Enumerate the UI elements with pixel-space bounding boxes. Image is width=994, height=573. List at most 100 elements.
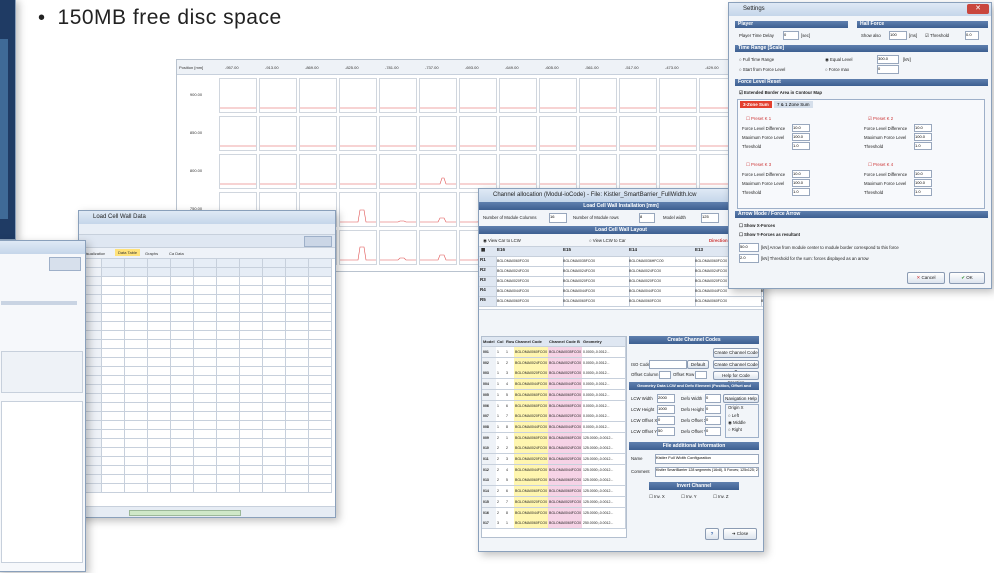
layout-cell[interactable]: BGLOMA0060FCO0 (495, 257, 564, 267)
k1-thr-input[interactable]: 1.0 (792, 142, 810, 150)
table-cell[interactable]: BGLOMA0060FCO0 (548, 400, 584, 412)
table-cell[interactable]: BGLOMA0020FCO0 (548, 496, 584, 508)
table-cell[interactable]: BGLOMA0020FCO0 (514, 368, 550, 380)
name-input[interactable]: Kistler Full Width Configuration (655, 454, 759, 464)
layout-cell[interactable]: BGLOMA0060FCO0 (627, 297, 696, 307)
create-code-button[interactable]: Create Channel Code (713, 348, 759, 358)
table-cell[interactable]: 125.0000;-0.0012... (582, 507, 626, 519)
k2-max-input[interactable]: 100.0 (914, 133, 932, 141)
tab-visualization[interactable]: Visualization (83, 251, 105, 256)
k4-max-input[interactable]: 100.0 (914, 179, 932, 187)
table-cell[interactable]: BGLOMA0060FCO0 (548, 518, 584, 530)
tab-ca-data[interactable]: Ca Data (169, 251, 184, 256)
table-cell[interactable]: BGLOMA0044FCO0 (548, 421, 584, 433)
layout-cell[interactable]: BGLOMA0035FCO0 (561, 257, 630, 267)
preset-k4[interactable]: ☐ Preset K 4 (868, 162, 893, 168)
arrow-input[interactable]: 50.0 (739, 243, 759, 252)
table-cell[interactable]: BGLOMA0035FCO0 (548, 347, 584, 358)
table-cell[interactable]: 0.0000;-0.0012... (582, 389, 626, 401)
k2-thr-input[interactable]: 1.0 (914, 142, 932, 150)
k3-max-input[interactable]: 100.0 (792, 179, 810, 187)
tab-data-table[interactable]: Data Table (115, 249, 141, 256)
table-cell[interactable]: 125.0000;-0.0012... (582, 454, 626, 465)
ok-button[interactable]: ✔ OK (949, 272, 985, 284)
table-cell[interactable]: BGLOMA0024FCO0 (548, 357, 584, 369)
table-cell[interactable]: BGLOMA0020FCO0 (548, 411, 584, 423)
invert-x[interactable]: ☐ Inv. X (649, 494, 665, 500)
table-cell[interactable]: 0.0000;-0.0012... (582, 347, 626, 358)
layout-cell[interactable]: BGLOMA0020FCO0 (561, 277, 630, 287)
default-button[interactable]: Default (687, 360, 709, 369)
table-cell[interactable]: BGLOMA0044FCO0 (514, 379, 550, 391)
table-cell[interactable]: 0.0000;-0.0012... (582, 400, 626, 412)
zones-tab-3[interactable]: 3-Zone Sum (740, 101, 772, 108)
table-cell[interactable]: BGLOMA0060FCO0 (514, 518, 550, 530)
table-cell[interactable]: 0.0000;-0.0012... (582, 411, 626, 423)
toolbar-icons[interactable] (304, 236, 332, 247)
defo-width-input[interactable]: 0 (705, 394, 721, 403)
equal-input[interactable]: 300.0 (877, 55, 899, 64)
playtime-input[interactable]: 0 (783, 31, 799, 40)
table-cell[interactable]: BGLOMA0024FCO0 (514, 443, 550, 455)
table-cell[interactable]: 125.0000;-0.0012... (582, 496, 626, 508)
table-cell[interactable]: BGLOMA0060FCO0 (548, 389, 584, 401)
layout-cell[interactable]: BGLOMA0024FCO0 (561, 267, 630, 277)
table-cell[interactable]: BGLOMA0060FCO0 (548, 432, 584, 444)
layout-cell[interactable]: BGLOMA0020FCO0 (627, 277, 696, 287)
table-cell[interactable]: 0.0000;-0.0012... (582, 357, 626, 369)
lcw-width-input[interactable]: 2000 (657, 394, 675, 403)
hall-input[interactable]: 100 (889, 31, 907, 40)
table-cell[interactable]: BGLOMA0060FCO0 (514, 389, 550, 401)
table-cell[interactable]: BGLOMA0060FCO0 (514, 347, 550, 358)
table-cell[interactable]: BGLOMA0060FCO0 (514, 400, 550, 412)
help-icon[interactable]: ? (705, 528, 719, 540)
show-yforces[interactable]: ☐ Show Y-Forces as resultant (739, 232, 800, 238)
cancel-button[interactable]: ✕ Cancel (907, 272, 945, 284)
table-cell[interactable]: 125.0000;-0.0012... (582, 432, 626, 444)
comment-input[interactable]: Kistler SmartBarrier 128 segments (16x8)… (655, 467, 759, 477)
threshold-top-input[interactable]: 0.0 (965, 31, 979, 40)
layout-cell[interactable]: BGLOMA0060FCO0 (693, 297, 762, 307)
k3-thr-input[interactable]: 1.0 (792, 188, 810, 196)
table-cell[interactable]: BGLOMA0044FCO0 (548, 507, 584, 519)
table-cell[interactable]: BGLOMA0020FCO0 (548, 454, 584, 465)
force-max-option[interactable]: ○ Force max (825, 67, 849, 72)
k3-diff-input[interactable]: 10.0 (792, 170, 810, 178)
table-cell[interactable]: BGLOMA0060FCO0 (514, 475, 550, 487)
preset-k3[interactable]: ☐ Preset K 3 (746, 162, 771, 168)
layout-cell[interactable]: BGLOMA0060FCO0 (561, 297, 630, 307)
navigation-help-button[interactable]: Navigation Help (723, 394, 759, 403)
defo-height-input[interactable]: 0 (705, 405, 721, 414)
origin-middle[interactable]: ◉ Middle (728, 420, 746, 426)
table-cell[interactable]: BGLOMA0044FCO0 (514, 464, 550, 476)
start-option[interactable]: ○ Start from Force Level (739, 67, 785, 72)
defo-offy-input[interactable]: 0 (705, 427, 721, 436)
offset-column-input[interactable] (659, 371, 671, 379)
defo-offx-input[interactable]: 0 (705, 416, 721, 425)
extended-check[interactable]: ☑ Extended Border Area in Contour Map (739, 90, 822, 96)
table-cell[interactable]: BGLOMA0020FCO0 (514, 411, 550, 423)
preset-k2[interactable]: ☑ Preset K 2 (868, 116, 893, 122)
radio-view-lcw[interactable]: ◉ View Car to LCW (483, 238, 521, 244)
layout-cell[interactable]: BGLOMA0044FCO0 (495, 287, 564, 297)
table-cell[interactable]: 125.0000;-0.0012... (582, 475, 626, 487)
layout-cell[interactable]: BGLOMA0060FCO0 (759, 297, 763, 307)
settings-close-icon[interactable]: ✕ (967, 4, 989, 14)
layout-cell[interactable]: BGLOMA0060FCO0 (495, 297, 564, 307)
k1-diff-input[interactable]: 10.0 (792, 124, 810, 132)
lcw-offy-input[interactable]: 50 (657, 427, 675, 436)
tab-graphs[interactable]: Graphs (145, 251, 158, 256)
table-cell[interactable]: 0.0000;-0.0012... (582, 368, 626, 380)
layout-cell[interactable]: BGLOMA0024FCO0 (495, 267, 564, 277)
table-cell[interactable]: BGLOMA0024FCO0 (548, 443, 584, 455)
table-cell[interactable]: 125.0000;-0.0012... (582, 486, 626, 498)
table-cell[interactable]: BGLOMA0024FCO0 (514, 357, 550, 369)
help-code-button[interactable]: Help for Code Creation (713, 371, 759, 385)
k1-max-input[interactable]: 100.0 (792, 133, 810, 141)
lcw-height-input[interactable]: 1000 (657, 405, 675, 414)
zones-tab-7[interactable]: 7 & 1 Zone Sum (774, 101, 813, 108)
layout-cell[interactable]: BGLOMA0036HFCO0 (627, 257, 696, 267)
thr-input[interactable]: 2.0 (739, 254, 759, 263)
equal-option[interactable]: ◉ Equal Level (825, 57, 852, 63)
table-cell[interactable]: BGLOMA0044FCO0 (548, 379, 584, 391)
